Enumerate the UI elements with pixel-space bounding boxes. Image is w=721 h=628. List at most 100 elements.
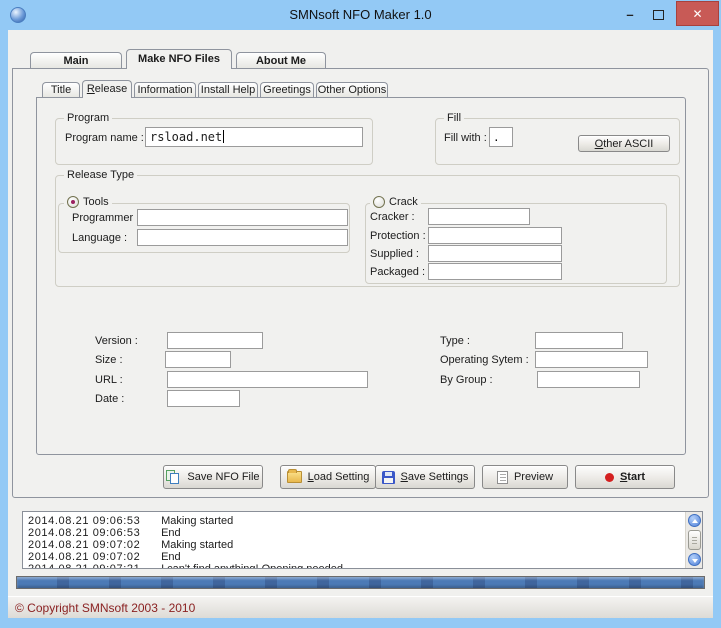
supplied-label: Supplied : xyxy=(370,248,419,260)
log-entry[interactable]: 2014.08.21 09:07:21 I can't find anythin… xyxy=(28,563,684,569)
tab-make-nfo-files[interactable]: Make NFO Files xyxy=(126,49,232,69)
log-time: 2014.08.21 09:07:02 xyxy=(28,539,141,551)
log-message: Making started xyxy=(161,539,234,551)
size-label: Size : xyxy=(95,354,123,366)
maximize-icon xyxy=(652,10,664,20)
supplied-input[interactable] xyxy=(428,245,562,262)
fill-group-label: Fill xyxy=(444,112,465,124)
scroll-up-button[interactable] xyxy=(687,514,701,527)
crack-radio-label: Crack xyxy=(389,196,418,208)
size-input[interactable] xyxy=(165,351,231,368)
close-icon: ✕ xyxy=(692,7,703,21)
release-type-group-label: Release Type xyxy=(64,169,138,181)
radio-selected-icon xyxy=(67,196,79,208)
packaged-input[interactable] xyxy=(428,263,562,280)
minimize-button[interactable]: – xyxy=(620,6,640,24)
scroll-down-button[interactable] xyxy=(687,553,701,566)
close-button[interactable]: ✕ xyxy=(676,1,719,26)
save-nfo-icon xyxy=(166,470,181,484)
log-entry[interactable]: 2014.08.21 09:06:53 Making started xyxy=(28,515,684,527)
save-settings-button[interactable]: Save Settings xyxy=(375,465,475,489)
scrollbar-thumb[interactable] xyxy=(687,530,701,550)
date-label: Date : xyxy=(95,393,125,405)
log-scrollbar[interactable] xyxy=(685,512,702,568)
protection-label: Protection : xyxy=(370,230,426,242)
log-message: I can't find anything! Opening needed xyxy=(161,563,343,569)
tab-about-me[interactable]: About Me xyxy=(236,52,326,68)
tab-release[interactable]: Release xyxy=(82,80,132,98)
packaged-label: Packaged : xyxy=(370,266,426,278)
maximize-button[interactable] xyxy=(648,6,668,24)
progress-bar xyxy=(16,576,705,589)
by-group-input[interactable] xyxy=(537,371,640,388)
start-button[interactable]: Start xyxy=(575,465,675,489)
save-nfo-file-label: Save NFO File xyxy=(187,471,260,483)
program-name-input[interactable]: rsload.net xyxy=(145,127,363,147)
url-label: URL : xyxy=(95,374,123,386)
program-name-label: Program name : xyxy=(65,132,144,144)
date-input[interactable] xyxy=(167,390,240,407)
version-input[interactable] xyxy=(167,332,263,349)
type-input[interactable] xyxy=(535,332,623,349)
floppy-disk-icon xyxy=(381,470,395,484)
preview-label: Preview xyxy=(513,471,554,483)
start-label: Start xyxy=(619,471,646,483)
language-label: Language : xyxy=(72,232,128,244)
client-area: Main Make NFO Files About Me Title Relea… xyxy=(8,30,713,618)
tools-radio[interactable]: Tools xyxy=(64,196,112,208)
other-ascii-label: Other ASCII xyxy=(594,137,654,150)
log-entry[interactable]: 2014.08.21 09:06:53 End xyxy=(28,527,684,539)
operating-system-label: Operating Sytem : xyxy=(440,354,529,366)
log-time: 2014.08.21 09:06:53 xyxy=(28,527,141,539)
by-group-label: By Group : xyxy=(440,374,493,386)
load-setting-label: Load Setting xyxy=(307,471,370,483)
tab-information-label: Information xyxy=(137,84,193,96)
url-input[interactable] xyxy=(167,371,368,388)
log-time: 2014.08.21 09:07:21 xyxy=(28,563,141,569)
programmer-label: Programmer : xyxy=(72,212,140,224)
window-title: SMNsoft NFO Maker 1.0 xyxy=(289,7,432,22)
save-nfo-file-button[interactable]: Save NFO File xyxy=(163,465,263,489)
tab-greetings[interactable]: Greetings xyxy=(260,82,314,97)
version-label: Version : xyxy=(95,335,138,347)
operating-system-input[interactable] xyxy=(535,351,648,368)
fill-with-input[interactable] xyxy=(489,127,513,147)
fill-with-label: Fill with : xyxy=(444,132,487,144)
tab-other-options-label: Other Options xyxy=(317,84,387,96)
log-message: End xyxy=(161,527,181,539)
tab-title-label: Title xyxy=(50,84,72,96)
tab-greetings-label: Greetings xyxy=(263,84,311,96)
load-setting-button[interactable]: Load Setting xyxy=(280,465,376,489)
minimize-icon: – xyxy=(626,7,634,22)
cracker-input[interactable] xyxy=(428,208,530,225)
program-name-value: rsload.net xyxy=(150,130,223,144)
tab-title[interactable]: Title xyxy=(42,82,80,97)
programmer-input[interactable] xyxy=(137,209,348,226)
log-list[interactable]: 2014.08.21 09:06:53 Making started 2014.… xyxy=(22,511,703,569)
cracker-label: Cracker : xyxy=(370,211,415,223)
protection-input[interactable] xyxy=(428,227,562,244)
document-icon xyxy=(496,470,508,484)
tab-make-nfo-files-label: Make NFO Files xyxy=(138,53,220,65)
tab-install-help-label: Install Help xyxy=(200,84,256,96)
save-settings-label: Save Settings xyxy=(400,471,469,483)
arrow-up-icon xyxy=(691,519,698,523)
language-input[interactable] xyxy=(137,229,348,246)
log-time: 2014.08.21 09:06:53 xyxy=(28,515,141,527)
status-bar: © Copyright SMNsoft 2003 - 2010 xyxy=(8,596,713,618)
log-entry[interactable]: 2014.08.21 09:07:02 End xyxy=(28,551,684,563)
tab-main[interactable]: Main xyxy=(30,52,122,68)
crack-radio[interactable]: Crack xyxy=(370,196,421,208)
radio-unselected-icon xyxy=(373,196,385,208)
log-entry[interactable]: 2014.08.21 09:07:02 Making started xyxy=(28,539,684,551)
progress-bar-fill xyxy=(17,577,704,588)
titlebar[interactable]: SMNsoft NFO Maker 1.0 – ✕ xyxy=(0,0,721,30)
tab-install-help[interactable]: Install Help xyxy=(198,82,258,97)
log-message: Making started xyxy=(161,515,234,527)
tab-information[interactable]: Information xyxy=(134,82,196,97)
app-window: SMNsoft NFO Maker 1.0 – ✕ Main Make NFO … xyxy=(0,0,721,628)
copyright-text: © Copyright SMNsoft 2003 - 2010 xyxy=(15,601,196,615)
tab-other-options[interactable]: Other Options xyxy=(316,82,388,97)
preview-button[interactable]: Preview xyxy=(482,465,568,489)
other-ascii-button[interactable]: Other ASCII xyxy=(578,135,670,152)
